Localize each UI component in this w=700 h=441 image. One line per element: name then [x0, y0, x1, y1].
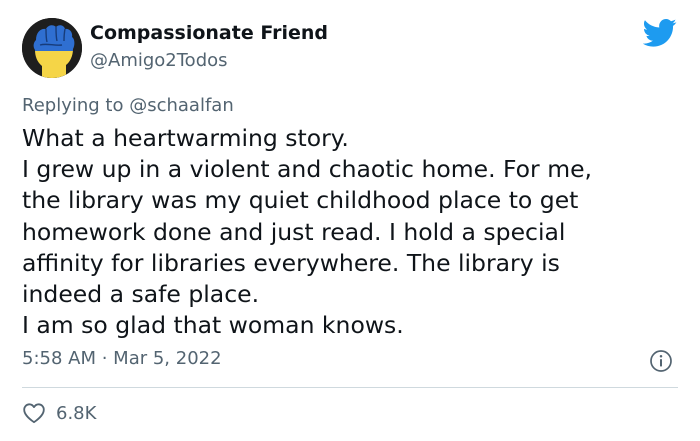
tweet-line: indeed a safe place.: [22, 280, 260, 309]
avatar[interactable]: [22, 18, 82, 78]
like-count: 6.8K: [56, 402, 97, 424]
like-button[interactable]: 6.8K: [22, 400, 96, 426]
avatar-fist-image: [22, 18, 82, 78]
tweet-line: the library was my quiet childhood place…: [22, 186, 579, 215]
meta-separator: ·: [96, 348, 114, 369]
tweet-line: I am so glad that woman knows.: [22, 311, 404, 340]
tweet-line: affinity for libraries everywhere. The l…: [22, 248, 560, 277]
tweet-line: I grew up in a violent and chaotic home.…: [22, 155, 593, 184]
tweet-line: homework done and just read. I hold a sp…: [22, 217, 566, 246]
divider: [22, 387, 678, 388]
twitter-bird-icon[interactable]: [643, 18, 677, 48]
tweet-timestamp[interactable]: 5:58 AM · Mar 5, 2022: [22, 348, 222, 369]
heart-icon: [23, 403, 45, 424]
tweet-text: What a heartwarming story. I grew up in …: [22, 123, 672, 341]
replying-to: Replying to @schaalfan: [22, 95, 234, 116]
replying-to-label: Replying to: [22, 95, 130, 116]
info-icon[interactable]: [649, 349, 673, 373]
author-name[interactable]: Compassionate Friend: [90, 22, 328, 44]
tweet-line: What a heartwarming story.: [22, 124, 349, 152]
author-handle[interactable]: @Amigo2Todos: [90, 50, 228, 71]
tweet-card: Compassionate Friend @Amigo2Todos Replyi…: [0, 0, 700, 441]
tweet-time: 5:58 AM: [22, 348, 96, 369]
reply-mention-link[interactable]: @schaalfan: [129, 95, 234, 116]
tweet-date: Mar 5, 2022: [113, 348, 222, 369]
